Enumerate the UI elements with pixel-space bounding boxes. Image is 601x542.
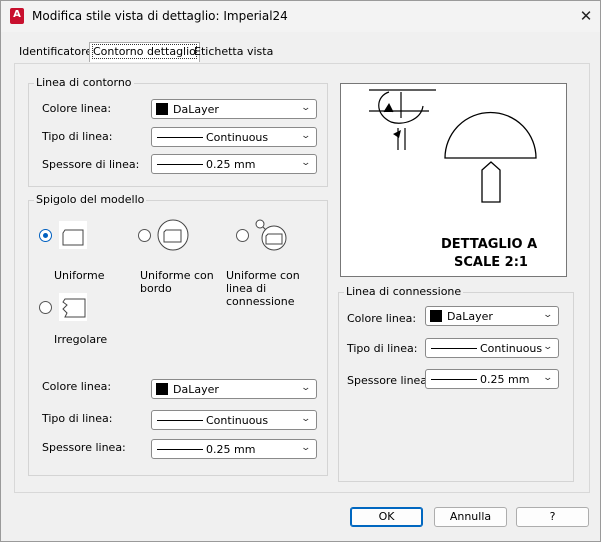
option-label-uniforme-con-linea: Uniforme con linea di connessione: [226, 269, 300, 308]
smooth-with-connection-icon: [255, 219, 287, 251]
smooth-with-border-icon: [157, 219, 189, 251]
line-sample: [157, 420, 203, 421]
radio-irregolare[interactable]: [39, 301, 52, 314]
edge-color-select[interactable]: DaLayer ⌄: [151, 379, 317, 399]
cancel-button[interactable]: Annulla: [434, 507, 507, 527]
edge-linetype-select[interactable]: Continuous ⌄: [151, 410, 317, 430]
color-value: DaLayer: [173, 103, 219, 116]
dialog-window: A Modifica stile vista di dettaglio: Imp…: [0, 0, 601, 542]
connection-type-label: Tipo di linea:: [347, 342, 418, 355]
group-label: Linea di connessione: [344, 285, 464, 298]
title-bar[interactable]: A Modifica stile vista di dettaglio: Imp…: [1, 1, 600, 32]
color-swatch: [430, 310, 442, 322]
radio-uniforme[interactable]: [39, 229, 52, 242]
tab-etichetta-vista[interactable]: Etichetta vista: [191, 43, 276, 61]
linetype-value: Continuous: [480, 342, 543, 355]
radio-uniforme-con-bordo[interactable]: [138, 229, 151, 242]
edge-weight-label: Spessore linea:: [42, 441, 126, 454]
color-value: DaLayer: [447, 310, 493, 323]
lineweight-value: 0.25 mm: [480, 373, 530, 386]
line-sample: [157, 449, 203, 450]
radio-uniforme-con-linea[interactable]: [236, 229, 249, 242]
boundary-lineweight-select[interactable]: 0.25 mm ⌄: [151, 154, 317, 174]
chevron-down-icon: ⌄: [300, 383, 312, 393]
line-sample: [431, 348, 477, 349]
tab-contorno-dettaglio[interactable]: Contorno dettaglio: [89, 42, 200, 62]
ok-button[interactable]: OK: [350, 507, 423, 527]
group-label: Linea di contorno: [34, 76, 134, 89]
autocad-app-icon: A: [10, 8, 24, 24]
line-sample: [431, 379, 477, 380]
linetype-value: Continuous: [206, 414, 269, 427]
chevron-down-icon: ⌄: [542, 373, 554, 383]
option-label-uniforme: Uniforme: [54, 269, 105, 282]
preview-scale: SCALE 2:1: [454, 255, 528, 270]
boundary-type-label: Tipo di linea:: [42, 130, 113, 143]
lineweight-value: 0.25 mm: [206, 158, 256, 171]
chevron-down-icon: ⌄: [300, 414, 312, 424]
edge-color-label: Colore linea:: [42, 380, 112, 393]
boundary-color-label: Colore linea:: [42, 102, 112, 115]
chevron-down-icon: ⌄: [300, 131, 312, 141]
option-label-irregolare: Irregolare: [54, 333, 108, 346]
option-label-uniforme-con-bordo: Uniforme con bordo: [140, 269, 214, 295]
smooth-edge-icon: [62, 229, 84, 246]
chevron-down-icon: ⌄: [300, 443, 312, 453]
color-swatch: [156, 383, 168, 395]
tab-label: Contorno dettaglio: [92, 44, 197, 59]
uniforme-con-bordo-thumbnail: [157, 219, 189, 251]
connection-color-select[interactable]: DaLayer ⌄: [425, 306, 559, 326]
tab-label: Identificatore: [19, 45, 93, 58]
uniforme-thumbnail: [59, 221, 87, 249]
linetype-value: Continuous: [206, 131, 269, 144]
chevron-down-icon: ⌄: [300, 158, 312, 168]
help-button[interactable]: ?: [516, 507, 589, 527]
close-icon[interactable]: ✕: [575, 5, 597, 27]
group-label: Spigolo del modello: [34, 193, 147, 206]
connection-lineweight-select[interactable]: 0.25 mm ⌄: [425, 369, 559, 389]
chevron-down-icon: ⌄: [300, 103, 312, 113]
window-title: Modifica stile vista di dettaglio: Imper…: [32, 9, 288, 23]
detail-preview: DETTAGLIO A SCALE 2:1: [340, 83, 567, 277]
edge-lineweight-select[interactable]: 0.25 mm ⌄: [151, 439, 317, 459]
chevron-down-icon: ⌄: [542, 310, 554, 320]
connection-linetype-select[interactable]: Continuous ⌄: [425, 338, 559, 358]
line-sample: [157, 164, 203, 165]
jagged-edge-icon: [62, 298, 86, 318]
boundary-weight-label: Spessore di linea:: [42, 158, 140, 171]
color-value: DaLayer: [173, 383, 219, 396]
edge-type-label: Tipo di linea:: [42, 412, 113, 425]
boundary-color-select[interactable]: DaLayer ⌄: [151, 99, 317, 119]
uniforme-con-linea-thumbnail: [253, 217, 287, 251]
tab-label: Etichetta vista: [194, 45, 274, 58]
line-sample: [157, 137, 203, 138]
irregolare-thumbnail: [59, 293, 87, 321]
tab-identificatore[interactable]: Identificatore: [16, 43, 95, 61]
connection-color-label: Colore linea:: [347, 312, 417, 325]
preview-title: DETTAGLIO A: [441, 237, 538, 252]
connection-weight-label: Spessore linea:: [347, 374, 431, 387]
lineweight-value: 0.25 mm: [206, 443, 256, 456]
chevron-down-icon: ⌄: [542, 342, 554, 352]
boundary-linetype-select[interactable]: Continuous ⌄: [151, 127, 317, 147]
color-swatch: [156, 103, 168, 115]
